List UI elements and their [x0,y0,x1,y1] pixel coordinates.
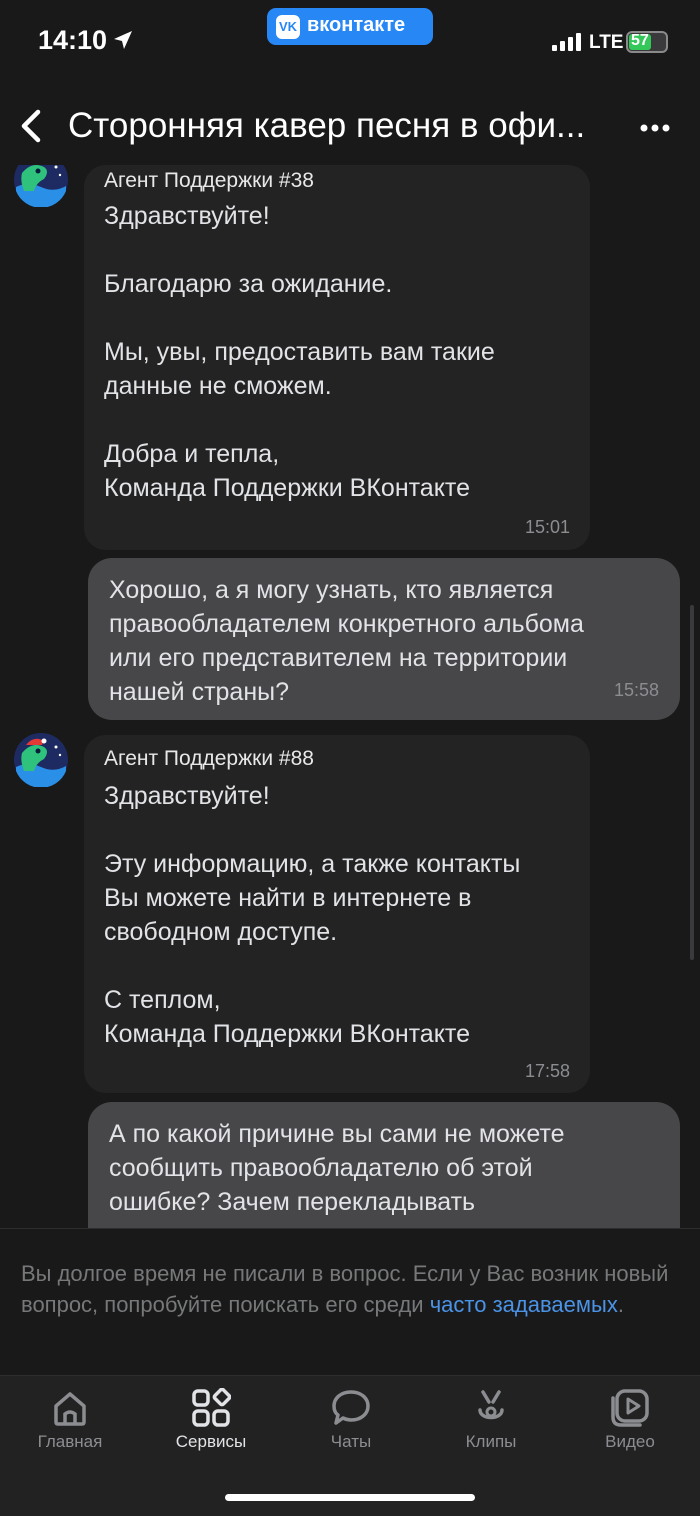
tab-services[interactable]: Сервисы [151,1388,271,1458]
message-time: 15:58 [613,680,659,700]
message-text: Здравствуйте! Эту информацию, а также ко… [104,782,521,1048]
video-icon [611,1389,649,1427]
tab-clips[interactable]: Клипы [431,1388,551,1458]
chat-title[interactable]: Сторонняя кавер песня в офи... [68,106,585,146]
tab-label: Главная [37,1432,103,1451]
vk-app-name: вконтакте [307,14,406,36]
message-text: Здравствуйте! Благодарю за ожидание. Мы,… [104,202,495,502]
chat-icon [332,1390,370,1425]
chat-header: Сторонняя кавер песня в офи... [0,90,700,165]
message-text: А по какой причине вы сами не можете соо… [109,1120,565,1216]
chat-message-list[interactable]: Агент Поддержки #38 Здравствуйте! Благод… [0,165,700,1228]
status-time: 14:10 [38,25,108,55]
back-chevron-icon[interactable] [14,106,50,146]
message-time: 15:01 [524,517,570,537]
notice-suffix: . [617,1292,624,1317]
network-type: LTE [589,32,624,53]
incoming-message[interactable]: Агент Поддержки #38 Здравствуйте! Благод… [84,165,590,550]
faq-link[interactable]: часто задаваемых [430,1292,618,1317]
incoming-message[interactable]: Агент Поддержки #88 Здравствуйте! Эту ин… [84,735,590,1093]
services-icon [192,1388,231,1427]
tab-label: Клипы [465,1432,517,1451]
tab-video[interactable]: Видео [570,1388,690,1458]
battery-icon: 57 [626,31,668,53]
outgoing-message[interactable]: Хорошо, а я могу узнать, кто является пр… [88,558,680,720]
tab-label: Сервисы [175,1432,247,1451]
notice-text: Вы долгое время не писали в вопрос. Если… [21,1258,691,1320]
tab-chats[interactable]: Чаты [291,1388,411,1458]
message-sender: Агент Поддержки #88 [104,747,314,770]
tab-label: Чаты [330,1432,372,1451]
support-agent-avatar[interactable] [14,733,68,787]
status-bar: 14:10 VK вконтакте LTE 57 [0,0,700,90]
clips-icon [478,1390,504,1420]
battery-percent: 57 [631,32,649,49]
home-indicator[interactable] [225,1494,475,1501]
more-options-icon[interactable] [640,123,670,133]
signal-bars-icon [552,33,581,51]
location-arrow-icon [114,31,132,49]
support-agent-avatar[interactable] [14,165,68,207]
vk-app-badge[interactable]: VK вконтакте [267,8,433,45]
message-time: 17:58 [524,1061,570,1081]
message-text: Хорошо, а я могу узнать, кто является пр… [109,576,584,706]
tab-label: Видео [605,1432,655,1451]
vk-logo-icon: VK [276,15,300,39]
message-sender: Агент Поддержки #38 [104,169,314,192]
home-icon [54,1392,86,1426]
inactive-question-notice: Вы долгое время не писали в вопрос. Если… [0,1228,700,1376]
tab-home[interactable]: Главная [10,1388,130,1458]
chat-scrollbar[interactable] [690,605,694,960]
outgoing-message[interactable]: А по какой причине вы сами не можете соо… [88,1102,680,1228]
